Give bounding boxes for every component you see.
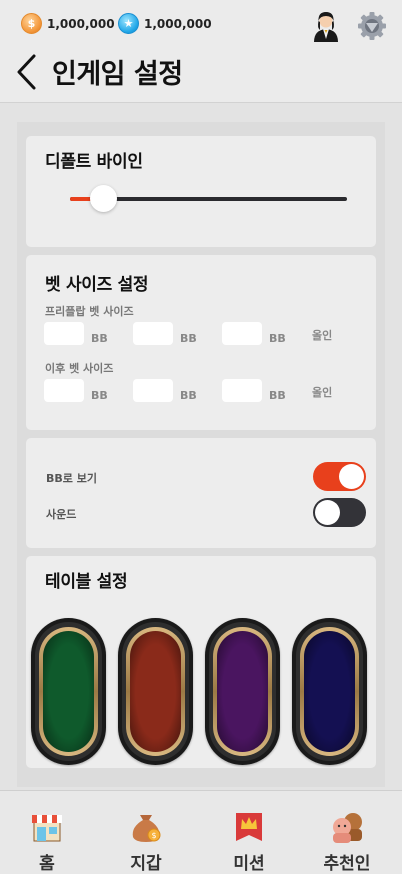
nav-label-mission: 미션: [233, 854, 265, 874]
bb-unit-label: BB: [180, 389, 197, 402]
table-felt: [130, 631, 181, 752]
nav-label-wallet: 지갑: [130, 854, 162, 874]
settings-content: 디폴트 바이인 벳 사이즈 설정 프리플랍 벳 사이즈 BB BB BB 올인 …: [17, 122, 385, 787]
nav-label-referral: 추천인: [323, 854, 371, 874]
bb-unit-label: BB: [91, 389, 108, 402]
buyin-slider-knob[interactable]: [89, 185, 117, 212]
bb-unit-label: BB: [269, 332, 286, 345]
nav-item-wallet[interactable]: $ 지갑: [96, 791, 196, 874]
nav-item-referral[interactable]: 추천인: [297, 791, 397, 874]
bb-unit-label: BB: [180, 332, 197, 345]
table-felt: [304, 631, 355, 752]
gem-coin-icon: ★: [118, 13, 139, 34]
nav-item-home[interactable]: 홈: [0, 791, 97, 874]
table-felt: [43, 631, 94, 752]
bb-view-toggle[interactable]: [313, 462, 366, 491]
default-buyin-card: 디폴트 바이인: [26, 136, 376, 247]
table-theme-green[interactable]: [31, 618, 106, 765]
gem-amount: 1,000,000: [144, 16, 212, 31]
preflop-bet-input-2[interactable]: [133, 322, 173, 345]
table-theme-purple[interactable]: [205, 618, 280, 765]
friends-icon: [333, 813, 362, 843]
bottom-nav: 홈 $ 지갑 미션 추천인: [0, 790, 402, 874]
table-settings-card: 테이블 설정: [26, 556, 376, 768]
shop-icon: [32, 815, 62, 842]
bet-size-title: 벳 사이즈 설정: [45, 275, 149, 295]
bb-view-label: BB로 보기: [46, 472, 97, 485]
gold-balance: $ 1,000,000: [21, 13, 115, 34]
table-theme-red[interactable]: [118, 618, 193, 765]
after-allin-option[interactable]: 올인: [312, 384, 332, 400]
default-buyin-title: 디폴트 바이인: [45, 152, 143, 172]
gold-amount: 1,000,000: [47, 16, 115, 31]
page-title: 인게임 설정: [52, 59, 183, 90]
gem-balance: ★ 1,000,000: [118, 13, 212, 34]
svg-text:$: $: [151, 831, 156, 840]
back-chevron-icon[interactable]: [14, 52, 40, 92]
table-felt: [217, 631, 268, 752]
bb-unit-label: BB: [91, 332, 108, 345]
preflop-bet-input-1[interactable]: [44, 322, 84, 345]
table-settings-title: 테이블 설정: [45, 572, 128, 592]
after-bet-input-2[interactable]: [133, 379, 173, 402]
after-bet-input-1[interactable]: [44, 379, 84, 402]
after-bet-label: 이후 벳 사이즈: [45, 362, 114, 375]
preflop-allin-option[interactable]: 올인: [312, 327, 332, 343]
money-bag-icon: $: [132, 815, 161, 842]
crown-banner-icon: [236, 813, 262, 841]
after-bet-input-3[interactable]: [222, 379, 262, 402]
bb-unit-label: BB: [269, 389, 286, 402]
settings-gear-icon[interactable]: [356, 10, 388, 42]
preflop-bet-label: 프리플랍 벳 사이즈: [45, 305, 134, 318]
bet-size-card: 벳 사이즈 설정 프리플랍 벳 사이즈 BB BB BB 올인 이후 벳 사이즈…: [26, 255, 376, 430]
gold-coin-icon: $: [21, 13, 42, 34]
preflop-bet-input-3[interactable]: [222, 322, 262, 345]
toggle-knob: [315, 500, 340, 525]
table-theme-navy[interactable]: [292, 618, 367, 765]
sound-toggle[interactable]: [313, 498, 366, 527]
dealer-avatar-icon[interactable]: [311, 8, 341, 42]
top-bar: $ 1,000,000 ★ 1,000,000 인게임 설정: [0, 0, 402, 103]
toggle-knob: [339, 464, 364, 489]
nav-label-home: 홈: [39, 854, 55, 874]
nav-item-mission[interactable]: 미션: [199, 791, 299, 874]
options-card: BB로 보기 사운드: [26, 438, 376, 548]
sound-label: 사운드: [46, 508, 77, 521]
